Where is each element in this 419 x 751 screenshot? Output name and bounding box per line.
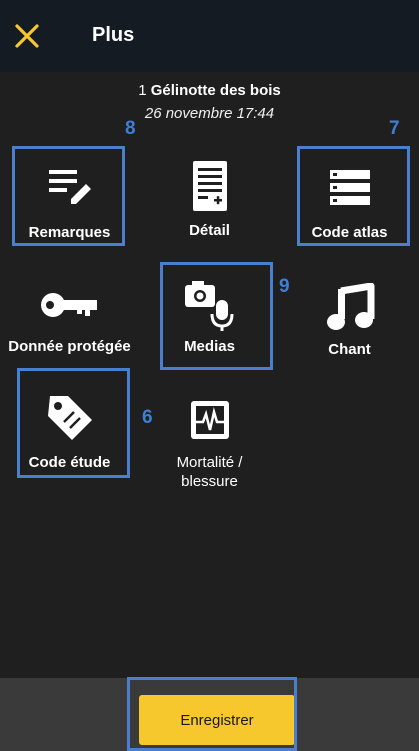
tile-medias[interactable]: Medias	[140, 276, 279, 355]
tag-icon	[47, 396, 92, 440]
tile-code-atlas[interactable]: Code atlas	[280, 166, 419, 241]
species-name: Gélinotte des bois	[150, 82, 281, 99]
camera-mic-icon	[184, 281, 233, 331]
tile-label-donnee-protegee: Donnée protégée	[8, 338, 131, 355]
tile-label-code-etude: Code étude	[28, 454, 111, 471]
pulse-monitor-icon	[190, 401, 229, 439]
tile-label-mortalite-line2: blessure	[181, 473, 238, 490]
tile-chant[interactable]: Chant	[280, 283, 419, 358]
annotation-7: 7	[389, 118, 400, 139]
annotation-6: 6	[142, 407, 153, 428]
tile-label-remarques: Remarques	[28, 224, 111, 241]
list-icon	[329, 170, 370, 205]
observation-datetime: 26 novembre 17:44	[144, 105, 275, 122]
observation-header: 1 Gélinotte des bois 26 novembre 17:44	[0, 82, 419, 122]
tile-label-mortalite-line1: Mortalité /	[176, 454, 243, 471]
annotation-9: 9	[279, 276, 290, 297]
key-icon	[40, 293, 97, 317]
tile-code-etude[interactable]: Code étude	[0, 392, 139, 471]
tile-mortalite[interactable]: Mortalité / blessure	[140, 398, 279, 490]
species-count: 1	[138, 82, 147, 99]
annotation-8: 8	[125, 118, 136, 139]
edit-notes-icon	[48, 170, 91, 204]
music-note-icon	[326, 283, 374, 330]
species-line: 1 Gélinotte des bois	[0, 82, 419, 99]
tile-donnee-protegee[interactable]: Donnée protégée	[0, 288, 139, 355]
tile-label-chant: Chant	[328, 341, 371, 358]
page-title: Plus	[92, 24, 135, 46]
close-icon[interactable]	[13, 22, 41, 50]
tile-detail[interactable]: Détail	[140, 158, 279, 239]
tile-remarques[interactable]: Remarques	[0, 166, 139, 241]
save-button[interactable]: Enregistrer	[139, 695, 295, 745]
tile-label-medias: Medias	[184, 338, 235, 355]
document-detail-icon	[192, 161, 227, 211]
tile-label-code-atlas: Code atlas	[311, 224, 388, 241]
tile-label-detail: Détail	[189, 222, 230, 239]
top-app-bar: Plus	[0, 0, 419, 72]
